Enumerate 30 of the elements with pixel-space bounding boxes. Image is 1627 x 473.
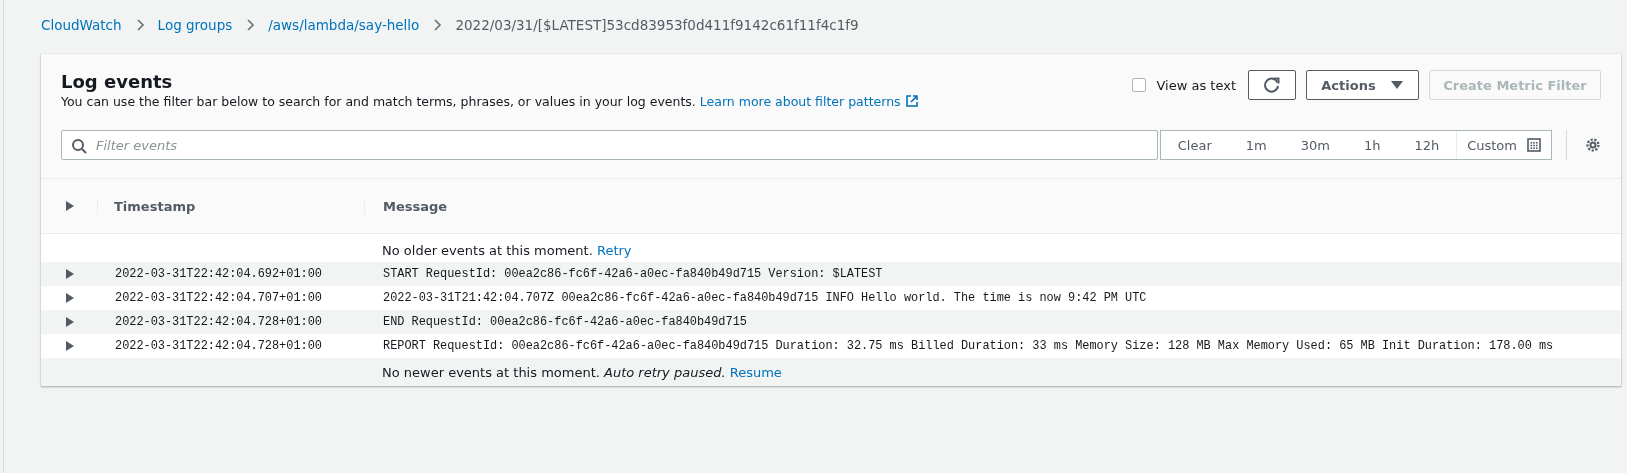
help-link[interactable]: Learn more about filter patterns bbox=[699, 94, 919, 109]
retry-link[interactable]: Retry bbox=[596, 242, 632, 258]
column-header: Message bbox=[364, 198, 1621, 214]
time-range-button[interactable]: 12h bbox=[1397, 131, 1457, 159]
timestamp-cell-text: 2022-03-31T22:42:04.728+01:00 bbox=[114, 315, 323, 329]
status-message: No older events at this moment. Retry bbox=[381, 242, 633, 258]
timestamp-cell-text: 2022-03-31T22:42:04.707+01:00 bbox=[114, 291, 323, 305]
custom-range-button[interactable]: Custom bbox=[1456, 131, 1551, 159]
message-cell-text: 2022-03-31T21:42:04.707Z 00ea2c86-fc6f-42a6-a0ec-fa840b49d715 INFO Hello world. The time is now 9:42 PM UTC bbox=[382, 291, 1148, 305]
filter-field[interactable]: Filter events bbox=[61, 130, 1158, 160]
breadcrumb-link[interactable]: CloudWatch bbox=[41, 17, 122, 33]
time-range-button[interactable]: Clear bbox=[1160, 131, 1229, 159]
breadcrumb-link[interactable]: /aws/lambda/say-hello bbox=[268, 17, 420, 33]
time-range-button[interactable]: 1h bbox=[1346, 131, 1398, 159]
checkbox-label: View as text bbox=[1156, 77, 1236, 93]
panel-title: Log events bbox=[61, 70, 174, 94]
actions-button[interactable]: Actions bbox=[1306, 70, 1419, 100]
message-cell-text: REPORT RequestId: 00ea2c86-fc6f-42a6-a0ec-fa840b49d715 Duration: 32.75 ms Billed Duration: 33 ms Memory Size: 128 MB Max Memory Used: 65 MB Init Duration: 178.00 ms bbox=[382, 339, 1555, 353]
time-range-button[interactable]: 30m bbox=[1283, 131, 1347, 159]
timestamp-cell-text: 2022-03-31T22:42:04.728+01:00 bbox=[114, 339, 323, 353]
panel-description: You can use the filter bar below to search for and match terms, phrases, or values in your log events. Learn more about filter patterns bbox=[61, 94, 919, 110]
timestamp-cell-text: 2022-03-31T22:42:04.692+01:00 bbox=[114, 267, 323, 281]
breadcrumb-link[interactable]: Log groups bbox=[157, 17, 233, 33]
column-header: Timestamp bbox=[97, 198, 364, 214]
resume-link[interactable]: Resume bbox=[729, 364, 782, 380]
message-cell-text: END RequestId: 00ea2c86-fc6f-42a6-a0ec-fa840b49d715 bbox=[382, 315, 748, 329]
time-range-button[interactable]: 1m bbox=[1228, 131, 1284, 159]
status-message: No newer events at this moment. Auto retry paused. Resume bbox=[381, 364, 783, 380]
breadcrumb-current: 2022/03/31/[$LATEST]53cd83953f0d411f9142c61f11f4c1f9 bbox=[455, 17, 859, 33]
message-cell-text: START RequestId: 00ea2c86-fc6f-42a6-a0ec-fa840b49d715 Version: $LATEST bbox=[382, 267, 884, 281]
